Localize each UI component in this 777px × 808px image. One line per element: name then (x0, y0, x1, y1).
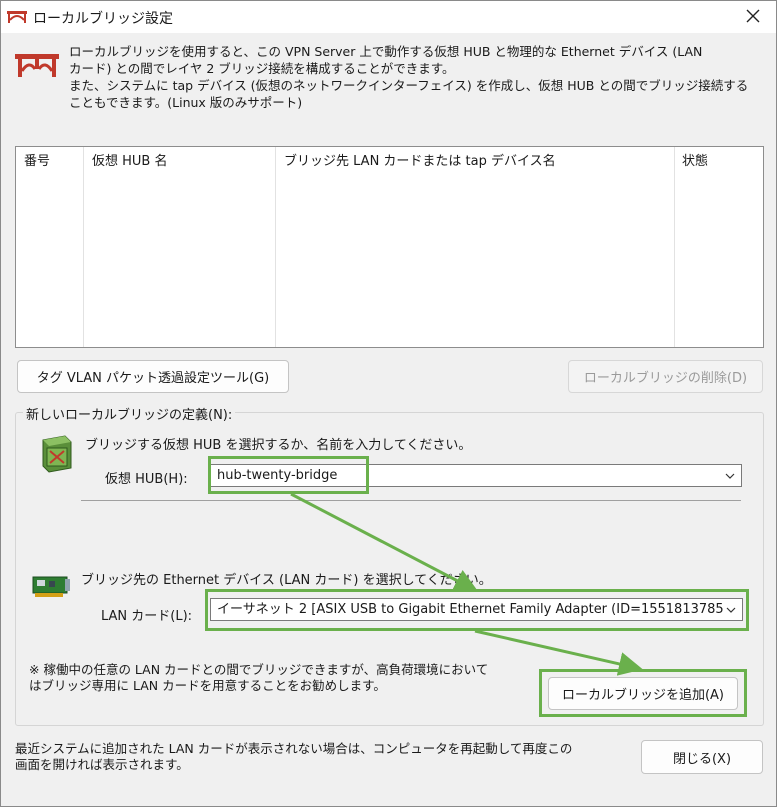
hub-label: 仮想 HUB(H): (105, 472, 188, 487)
intro-description: ローカルブリッジを使用すると、この VPN Server 上で動作する仮想 HU… (69, 44, 749, 110)
column-header-status[interactable]: 状態 (674, 147, 764, 177)
new-bridge-group-label: 新しいローカルブリッジの定義(N): (23, 404, 236, 423)
footer-hint: 最近システムに追加された LAN カードが表示されない場合は、コンピュータを再起… (15, 741, 573, 772)
bridge-icon (7, 10, 27, 24)
column-header-number[interactable]: 番号 (16, 147, 84, 177)
column-divider (275, 147, 276, 347)
column-divider (83, 147, 84, 347)
hub-combo-value: hub-twenty-bridge (217, 468, 338, 483)
lan-card-combo-value: イーサネット 2 [ASIX USB to Gigabit Ethernet F… (217, 602, 729, 617)
column-header-hub-name[interactable]: 仮想 HUB 名 (84, 147, 276, 177)
close-button[interactable]: 閉じる(X) (641, 740, 763, 774)
chevron-down-icon[interactable] (723, 466, 737, 486)
virtual-hub-icon (39, 434, 73, 474)
delete-bridge-button[interactable]: ローカルブリッジの削除(D) (568, 360, 763, 393)
close-icon (746, 9, 760, 26)
bridge-note: ※ 稼働中の任意の LAN カードとの間でブリッジできますが、高負荷環境において… (29, 662, 489, 693)
column-divider (674, 147, 675, 347)
bridge-large-icon (15, 49, 59, 79)
title-bar: ローカルブリッジ設定 (1, 1, 776, 33)
lan-label: LAN カード(L): (101, 609, 193, 624)
section-divider (81, 500, 741, 501)
bridge-list-table[interactable]: 番号 仮想 HUB 名 ブリッジ先 LAN カードまたは tap デバイス名 状… (15, 146, 764, 348)
lan-card-combo[interactable]: イーサネット 2 [ASIX USB to Gigabit Ethernet F… (210, 598, 743, 621)
vlan-tool-button[interactable]: タグ VLAN パケット透過設定ツール(G) (17, 360, 289, 393)
local-bridge-dialog: ローカルブリッジ設定 ローカルブリッジを使用すると、この VPN Server … (0, 0, 777, 807)
hub-combo[interactable]: hub-twenty-bridge (210, 464, 742, 487)
lan-prompt: ブリッジ先の Ethernet デバイス (LAN カード) を選択してください… (81, 573, 492, 588)
add-bridge-button[interactable]: ローカルブリッジを追加(A) (548, 677, 738, 710)
hub-prompt: ブリッジする仮想 HUB を選択するか、名前を入力してください。 (85, 438, 472, 453)
close-window-button[interactable] (730, 1, 776, 33)
chevron-down-icon[interactable] (724, 600, 738, 620)
lan-card-icon (31, 575, 71, 601)
column-header-lan-card[interactable]: ブリッジ先 LAN カードまたは tap デバイス名 (276, 147, 676, 177)
window-title: ローカルブリッジ設定 (33, 11, 173, 27)
